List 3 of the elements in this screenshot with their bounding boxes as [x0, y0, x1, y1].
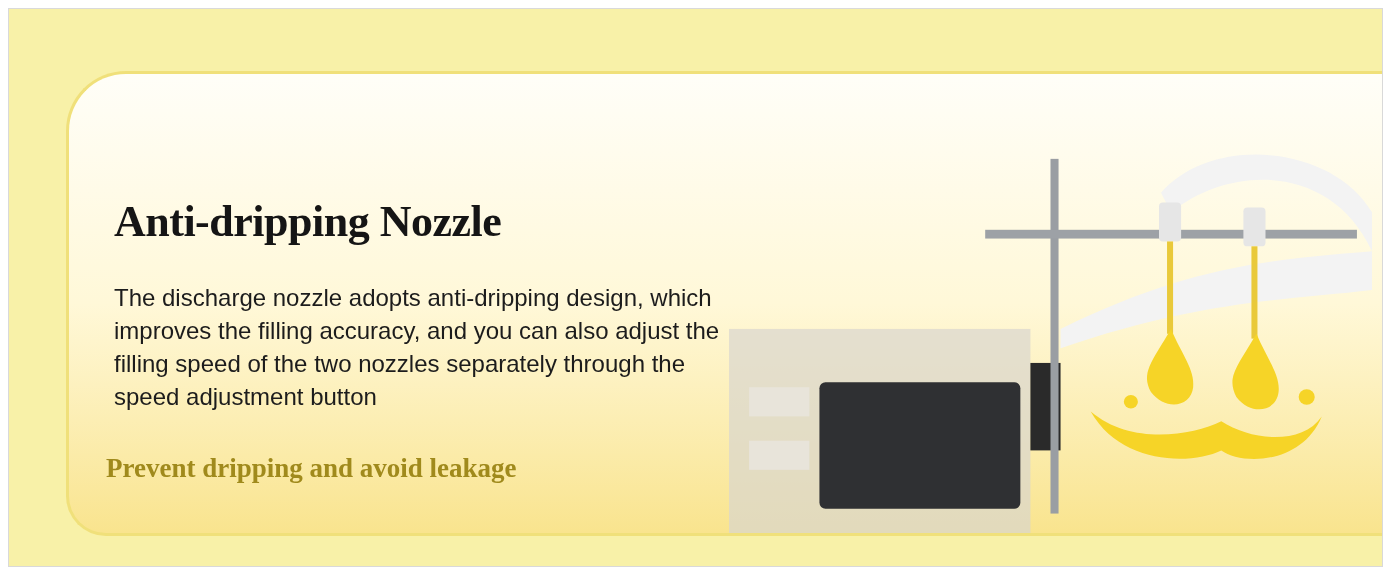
- banner-title: Anti-dripping Nozzle: [114, 196, 503, 248]
- description-text: The discharge nozzle adopts anti-dripping design, which improves the filling accuracy, and you can also adjust the filling speed of the two nozzles separately through the speed adjustment button: [114, 283, 721, 412]
- tagline-text: Prevent dripping and avoid leakage: [106, 452, 518, 485]
